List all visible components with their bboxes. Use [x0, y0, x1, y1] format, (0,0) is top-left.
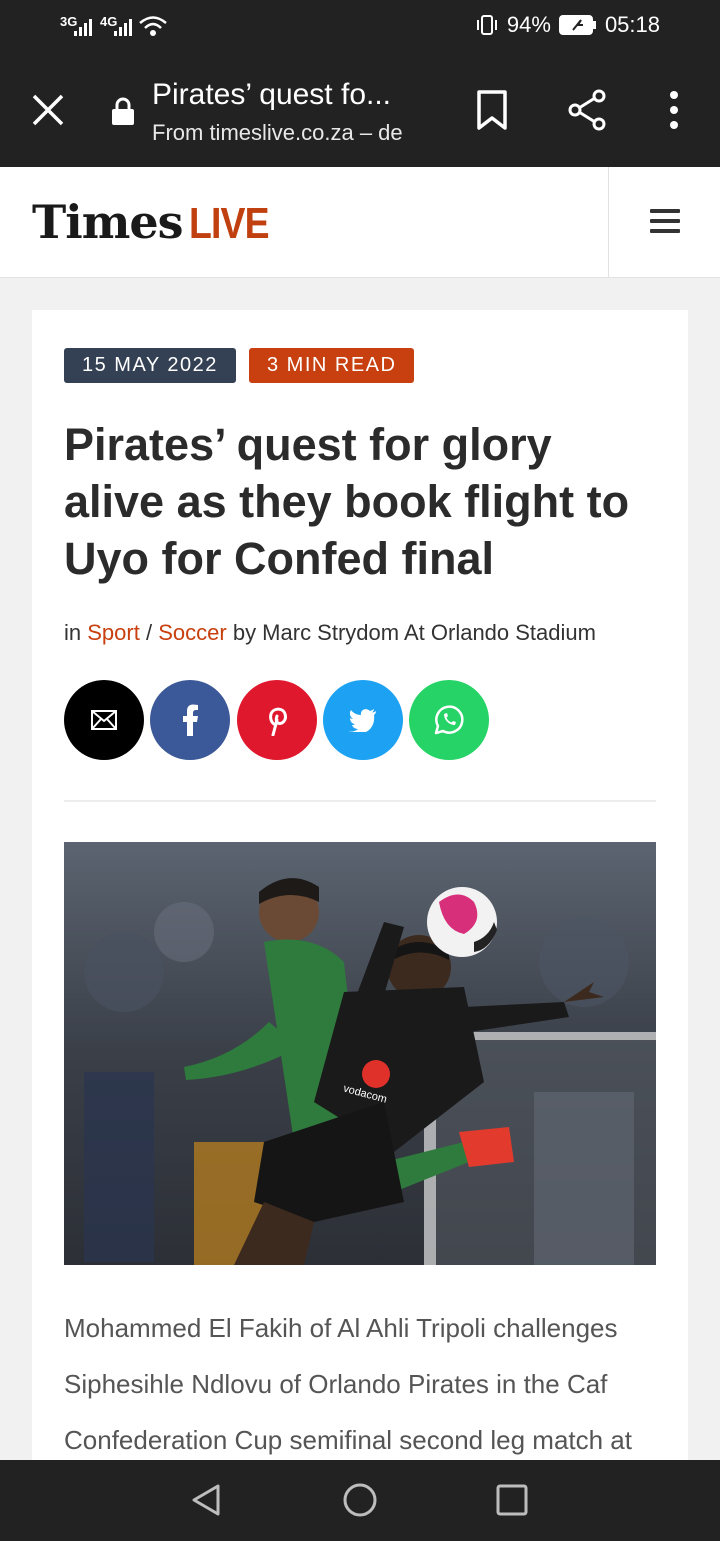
article-card: 15 MAY 2022 3 MIN READ Pirates’ quest fo… [32, 310, 688, 1470]
signal-icon [114, 14, 132, 36]
author: by Marc Strydom At Orlando Stadium [232, 620, 596, 645]
home-icon[interactable] [342, 1482, 378, 1518]
category-separator: / [145, 620, 153, 645]
site-header: Times LIVE [0, 167, 720, 278]
share-pinterest-button[interactable] [237, 680, 317, 760]
twitter-icon [349, 709, 376, 732]
clock: 05:18 [604, 12, 660, 37]
share-facebook-button[interactable] [150, 680, 230, 760]
pinterest-icon [269, 707, 287, 736]
facebook-icon [183, 704, 198, 736]
wifi-icon [139, 16, 167, 36]
read-time-badge: 3 MIN READ [249, 348, 415, 383]
status-bar: 3G 4G 94% 05:18 [0, 0, 720, 52]
battery-percent: 94% [506, 12, 551, 37]
page-url[interactable]: From timeslive.co.za – de [152, 120, 403, 146]
lock-icon [112, 97, 134, 125]
whatsapp-icon [434, 705, 464, 735]
logo-times: Times [32, 195, 184, 249]
battery-icon [558, 15, 596, 35]
category-link-soccer[interactable]: Soccer [158, 620, 226, 645]
article-headline: Pirates’ quest for glory alive as they b… [64, 419, 630, 584]
browser-toolbar: Pirates’ quest fo... From timeslive.co.z… [0, 52, 720, 167]
recent-apps-icon[interactable] [496, 1484, 528, 1516]
close-icon[interactable] [30, 92, 66, 128]
more-options-icon[interactable] [652, 88, 696, 132]
vibrate-icon [476, 15, 497, 35]
category-link-sport[interactable]: Sport [87, 620, 140, 645]
byline-in: in [64, 620, 82, 645]
header-divider [608, 167, 609, 277]
share-twitter-button[interactable] [323, 680, 403, 760]
share-icon[interactable] [566, 88, 610, 132]
bookmark-icon[interactable] [470, 88, 514, 132]
signal-icon [74, 14, 92, 36]
email-icon [91, 710, 117, 730]
logo-live: LIVE [188, 199, 270, 248]
back-icon[interactable] [188, 1482, 224, 1518]
photo-caption: Mohammed El Fakih of Al Ahli Tripoli cha… [64, 1313, 632, 1455]
site-logo[interactable]: Times LIVE [32, 195, 282, 249]
navigation-bar [0, 1460, 720, 1541]
byline: in Sport / Soccer by Marc Strydom At Orl… [64, 620, 596, 646]
menu-icon[interactable] [650, 209, 680, 233]
share-whatsapp-button[interactable] [409, 680, 489, 760]
soccer-photo-illustration: vodacom [64, 842, 656, 1265]
share-email-button[interactable] [64, 680, 144, 760]
article-photo[interactable]: vodacom [64, 842, 656, 1265]
page-title[interactable]: Pirates’ quest fo... [152, 78, 391, 112]
status-right: 94% 05:18 [475, 12, 660, 38]
section-divider [64, 800, 656, 802]
date-badge: 15 MAY 2022 [64, 348, 236, 383]
